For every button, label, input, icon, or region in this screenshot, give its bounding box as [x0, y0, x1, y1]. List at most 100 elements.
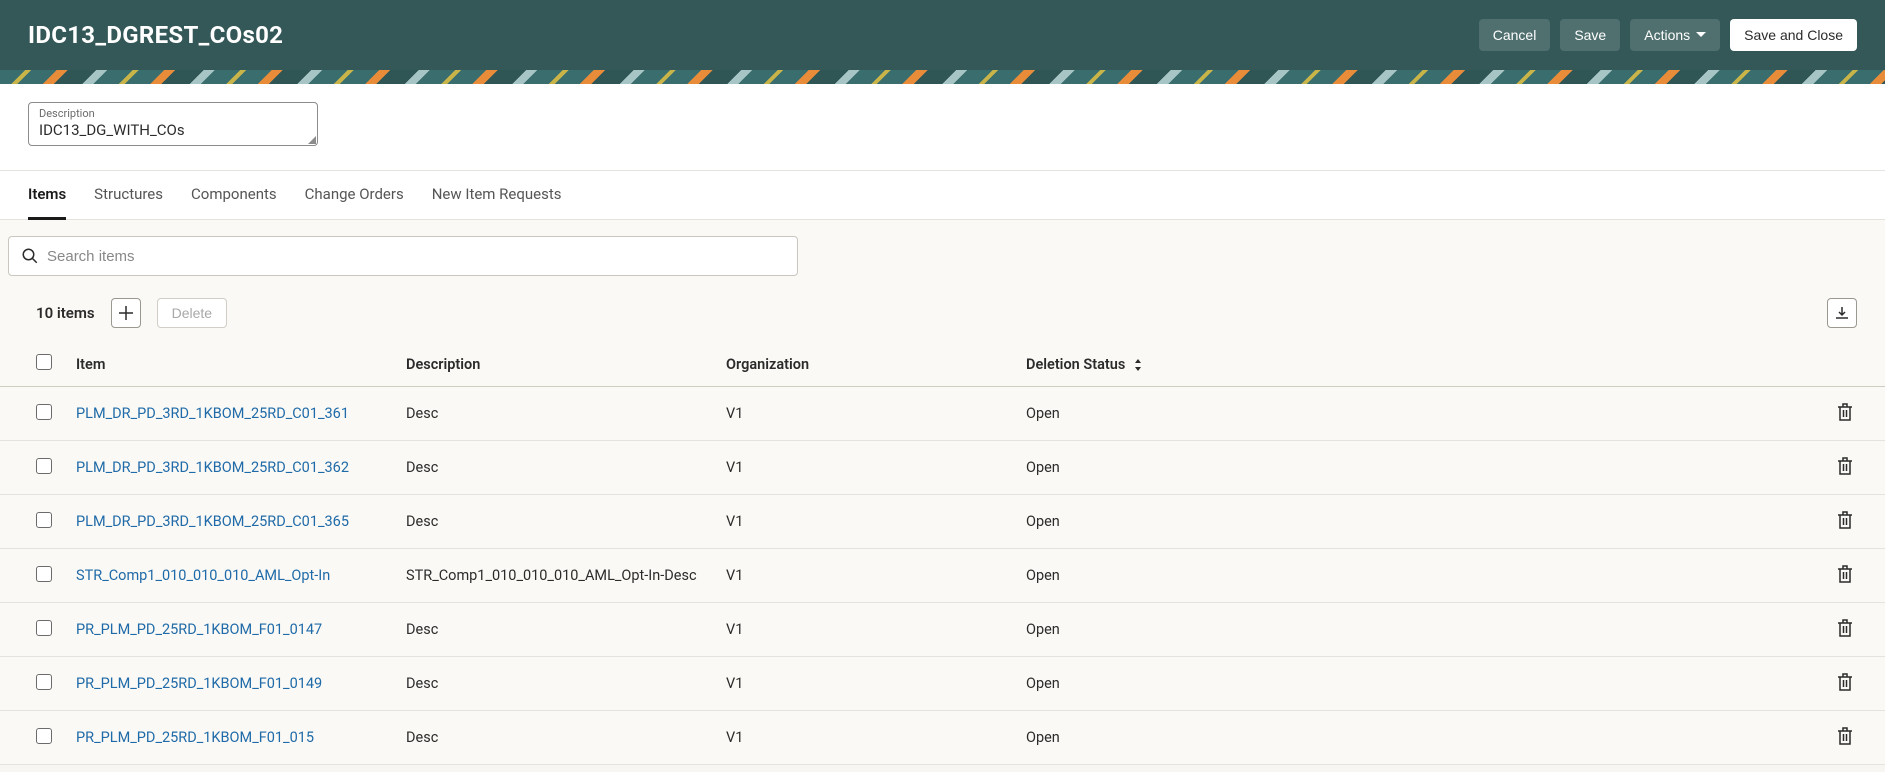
header-actions: Cancel Save Actions Save and Close: [1479, 19, 1857, 51]
item-link[interactable]: PR_PLM_PD_25RD_1KBOM_F01_0149: [64, 657, 394, 711]
description-label: Description: [39, 107, 307, 120]
cell-organization: V1: [714, 549, 1014, 603]
plus-icon: [119, 306, 133, 320]
delete-label: Delete: [172, 305, 212, 321]
delete-row-button[interactable]: [1833, 615, 1857, 644]
table-row: PR_PLM_PD_25RD_1KBOM_F01_0149DescV1Open: [0, 657, 1885, 711]
tab-components[interactable]: Components: [191, 171, 277, 220]
row-checkbox[interactable]: [36, 674, 52, 690]
deletion-status-label: Deletion Status: [1026, 356, 1125, 373]
cell-organization: V1: [714, 603, 1014, 657]
page-title: IDC13_DGREST_COs02: [28, 21, 283, 49]
description-input[interactable]: [39, 121, 307, 139]
table-row: STR_Comp1_010_010_010_AML_Opt-InSTR_Comp…: [0, 549, 1885, 603]
column-header-description[interactable]: Description: [394, 342, 714, 387]
cell-organization: V1: [714, 441, 1014, 495]
cancel-button[interactable]: Cancel: [1479, 19, 1551, 51]
decorative-strip: [0, 70, 1885, 84]
trash-icon: [1837, 619, 1853, 637]
trash-icon: [1837, 673, 1853, 691]
item-link[interactable]: STR_Comp1_010_010_010_AML_Opt-In: [64, 549, 394, 603]
cell-description: Desc: [394, 387, 714, 441]
cell-organization: V1: [714, 387, 1014, 441]
row-checkbox[interactable]: [36, 404, 52, 420]
add-item-button[interactable]: [111, 298, 141, 328]
tab-structures[interactable]: Structures: [94, 171, 163, 220]
item-link[interactable]: PLM_DR_PD_3RD_1KBOM_25RD_C01_361: [64, 387, 394, 441]
table-row: PR_PLM_PD_25RD_1KBOM_F01_015DescV1Open: [0, 711, 1885, 765]
table-row: PLM_DR_PD_3RD_1KBOM_25RD_C01_361DescV1Op…: [0, 387, 1885, 441]
column-header-deletion-status[interactable]: Deletion Status: [1014, 342, 1805, 387]
tab-items[interactable]: Items: [28, 171, 66, 220]
save-button[interactable]: Save: [1560, 19, 1620, 51]
tabs-bar: Items Structures Components Change Orders Ne…: [0, 171, 1885, 220]
column-header-item[interactable]: Item: [64, 342, 394, 387]
search-input-container[interactable]: [8, 236, 798, 276]
delete-row-button[interactable]: [1833, 507, 1857, 536]
save-and-close-button[interactable]: Save and Close: [1730, 19, 1857, 51]
download-icon: [1835, 306, 1849, 320]
table-top-bar: 10 items Delete: [0, 276, 1885, 342]
item-link[interactable]: PLM_DR_PD_3RD_1KBOM_25RD_C01_365: [64, 495, 394, 549]
sort-icon: [1133, 359, 1143, 371]
description-field-wrap[interactable]: Description: [28, 102, 318, 146]
table-row: PLM_DR_PD_3RD_1KBOM_25RD_C01_362DescV1Op…: [0, 441, 1885, 495]
search-section: [0, 220, 1885, 276]
resize-handle-icon: [308, 136, 316, 144]
cell-description: Desc: [394, 441, 714, 495]
chevron-down-icon: [1696, 32, 1706, 38]
row-checkbox[interactable]: [36, 566, 52, 582]
delete-row-button[interactable]: [1833, 669, 1857, 698]
description-section: Description: [0, 84, 1885, 171]
delete-row-button[interactable]: [1833, 723, 1857, 752]
item-link[interactable]: PR_PLM_PD_25RD_1KBOM_F01_015: [64, 711, 394, 765]
trash-icon: [1837, 457, 1853, 475]
row-checkbox[interactable]: [36, 512, 52, 528]
trash-icon: [1837, 403, 1853, 421]
table-top-left: 10 items Delete: [36, 298, 227, 328]
cell-status: Open: [1014, 549, 1805, 603]
actions-button[interactable]: Actions: [1630, 19, 1720, 51]
cell-status: Open: [1014, 657, 1805, 711]
row-checkbox[interactable]: [36, 620, 52, 636]
cell-status: Open: [1014, 441, 1805, 495]
select-all-checkbox[interactable]: [36, 354, 52, 370]
row-checkbox[interactable]: [36, 728, 52, 744]
cell-status: Open: [1014, 495, 1805, 549]
search-icon: [21, 247, 39, 265]
items-table: Item Description Organization Deletion S…: [0, 342, 1885, 765]
delete-row-button[interactable]: [1833, 561, 1857, 590]
cell-description: STR_Comp1_010_010_010_AML_Opt-In-Desc: [394, 549, 714, 603]
delete-row-button[interactable]: [1833, 399, 1857, 428]
tab-new-item-requests[interactable]: New Item Requests: [432, 171, 562, 220]
actions-label: Actions: [1644, 27, 1690, 43]
table-row: PLM_DR_PD_3RD_1KBOM_25RD_C01_365DescV1Op…: [0, 495, 1885, 549]
row-checkbox[interactable]: [36, 458, 52, 474]
cell-organization: V1: [714, 711, 1014, 765]
trash-icon: [1837, 565, 1853, 583]
cell-description: Desc: [394, 657, 714, 711]
search-input[interactable]: [47, 248, 785, 265]
cell-status: Open: [1014, 711, 1805, 765]
column-header-organization[interactable]: Organization: [714, 342, 1014, 387]
cell-description: Desc: [394, 495, 714, 549]
download-button[interactable]: [1827, 298, 1857, 328]
item-count: 10 items: [36, 304, 95, 322]
cancel-label: Cancel: [1493, 27, 1537, 43]
cell-organization: V1: [714, 657, 1014, 711]
cell-description: Desc: [394, 711, 714, 765]
item-link[interactable]: PLM_DR_PD_3RD_1KBOM_25RD_C01_362: [64, 441, 394, 495]
page-header: IDC13_DGREST_COs02 Cancel Save Actions S…: [0, 0, 1885, 70]
delete-row-button[interactable]: [1833, 453, 1857, 482]
delete-selected-button[interactable]: Delete: [157, 298, 227, 328]
cell-status: Open: [1014, 603, 1805, 657]
save-close-label: Save and Close: [1744, 27, 1843, 43]
cell-organization: V1: [714, 495, 1014, 549]
trash-icon: [1837, 727, 1853, 745]
save-label: Save: [1574, 27, 1606, 43]
item-link[interactable]: PR_PLM_PD_25RD_1KBOM_F01_0147: [64, 603, 394, 657]
table-row: PR_PLM_PD_25RD_1KBOM_F01_0147DescV1Open: [0, 603, 1885, 657]
tab-change-orders[interactable]: Change Orders: [305, 171, 404, 220]
cell-description: Desc: [394, 603, 714, 657]
cell-status: Open: [1014, 387, 1805, 441]
